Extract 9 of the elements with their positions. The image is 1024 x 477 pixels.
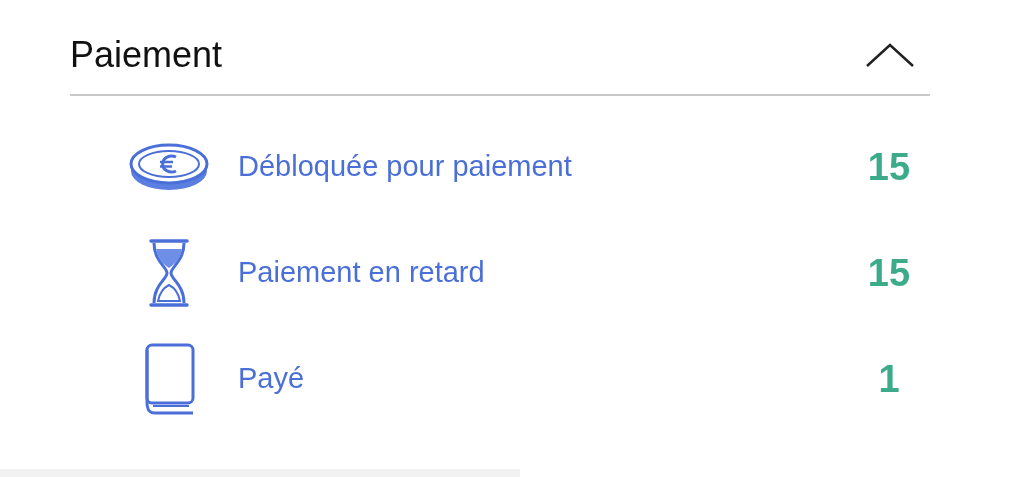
euro-coin-icon <box>128 141 210 193</box>
count: 15 <box>866 250 912 296</box>
status-link[interactable]: Payé <box>238 357 854 401</box>
status-link[interactable]: Débloquée pour paiement <box>238 145 854 189</box>
count: 15 <box>866 144 912 190</box>
count: 1 <box>877 356 901 402</box>
status-link[interactable]: Paiement en retard <box>238 251 854 295</box>
caret-icon <box>865 42 915 68</box>
section-title: Paiement <box>70 37 223 73</box>
